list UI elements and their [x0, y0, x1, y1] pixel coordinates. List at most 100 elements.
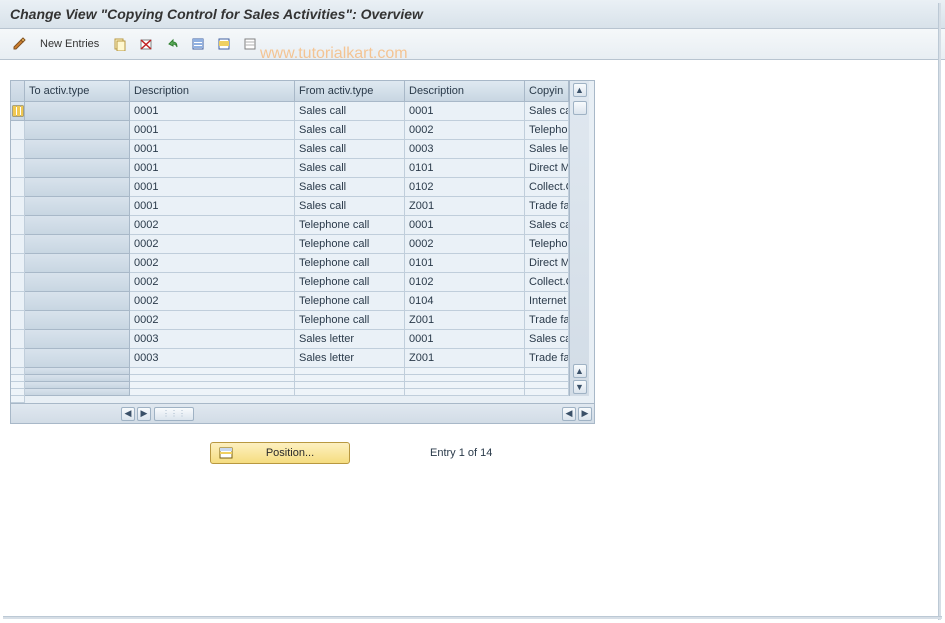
cell-from-type[interactable]: 0001 — [405, 102, 525, 121]
cell-empty[interactable] — [11, 396, 25, 403]
cell-to-type[interactable]: 0001 — [130, 159, 295, 178]
cell-empty[interactable] — [130, 382, 295, 389]
cell-copying[interactable] — [11, 292, 25, 311]
cell-desc2[interactable]: Sales call — [525, 330, 569, 349]
cell-copying[interactable] — [11, 273, 25, 292]
cell-from-type[interactable]: 0101 — [405, 254, 525, 273]
cell-to-type[interactable]: 0002 — [130, 311, 295, 330]
row-selector[interactable] — [25, 349, 130, 368]
cell-desc2[interactable]: Telephone call — [525, 235, 569, 254]
row-selector[interactable] — [25, 330, 130, 349]
row-selector[interactable] — [25, 389, 130, 396]
copy-icon[interactable] — [109, 33, 131, 55]
cell-desc1[interactable]: Telephone call — [295, 235, 405, 254]
cell-empty[interactable] — [295, 375, 405, 382]
hscroll-thumb[interactable]: ⋮⋮⋮ — [154, 407, 194, 421]
scroll-right-icon[interactable]: ▶ — [137, 407, 151, 421]
undo-icon[interactable] — [161, 33, 183, 55]
row-selector[interactable] — [25, 216, 130, 235]
row-selector[interactable] — [25, 178, 130, 197]
cell-desc1[interactable]: Telephone call — [295, 216, 405, 235]
cell-desc2[interactable]: Telephone call — [525, 121, 569, 140]
cell-from-type[interactable]: 0002 — [405, 235, 525, 254]
cell-desc1[interactable]: Sales call — [295, 197, 405, 216]
cell-desc2[interactable]: Sales call — [525, 102, 569, 121]
cell-copying[interactable] — [11, 140, 25, 159]
row-selector[interactable] — [25, 197, 130, 216]
cell-desc2[interactable]: Trade fair contact — [525, 311, 569, 330]
cell-empty[interactable] — [525, 389, 569, 396]
cell-empty[interactable] — [11, 389, 25, 396]
cell-empty[interactable] — [295, 389, 405, 396]
cell-empty[interactable] — [405, 368, 525, 375]
cell-copying[interactable] — [11, 368, 25, 375]
cell-to-type[interactable]: 0003 — [130, 330, 295, 349]
cell-copying[interactable] — [11, 330, 25, 349]
cell-empty[interactable] — [405, 375, 525, 382]
cell-to-type[interactable]: 0001 — [130, 178, 295, 197]
cell-from-type[interactable]: Z001 — [405, 197, 525, 216]
cell-empty[interactable] — [405, 382, 525, 389]
cell-desc2[interactable]: Collect.Gen.Sls Acts — [525, 273, 569, 292]
cell-to-type[interactable]: 0002 — [130, 235, 295, 254]
cell-from-type[interactable]: 0001 — [405, 216, 525, 235]
cell-from-type[interactable]: 0101 — [405, 159, 525, 178]
cell-to-type[interactable]: 0003 — [130, 349, 295, 368]
cell-desc1[interactable]: Sales call — [295, 121, 405, 140]
row-selector[interactable] — [25, 311, 130, 330]
position-button[interactable]: Position... — [210, 442, 350, 464]
cell-to-type[interactable]: 0001 — [130, 102, 295, 121]
change-icon[interactable] — [8, 33, 30, 55]
cell-desc1[interactable]: Sales call — [295, 178, 405, 197]
scroll-thumb[interactable] — [573, 101, 587, 115]
cell-from-type[interactable]: 0003 — [405, 140, 525, 159]
cell-desc2[interactable]: Direct Mailing — [525, 254, 569, 273]
cell-desc1[interactable]: Sales letter — [295, 349, 405, 368]
cell-copying[interactable] — [11, 197, 25, 216]
col-header-from-type[interactable]: From activ.type — [295, 81, 405, 102]
cell-empty[interactable] — [11, 382, 25, 389]
cell-empty[interactable] — [130, 375, 295, 382]
cell-empty[interactable] — [525, 382, 569, 389]
cell-to-type[interactable]: 0002 — [130, 254, 295, 273]
cell-desc2[interactable]: Internet mailing — [525, 292, 569, 311]
cell-to-type[interactable]: 0002 — [130, 292, 295, 311]
cell-empty[interactable] — [295, 382, 405, 389]
scroll-down2-icon[interactable]: ▼ — [573, 380, 587, 394]
col-header-copying[interactable]: Copyin — [525, 81, 569, 102]
row-selector[interactable] — [25, 368, 130, 375]
cell-to-type[interactable]: 0001 — [130, 197, 295, 216]
row-selector[interactable] — [25, 254, 130, 273]
cell-copying[interactable] — [11, 349, 25, 368]
row-selector[interactable] — [25, 102, 130, 121]
cell-copying[interactable] — [11, 216, 25, 235]
cell-copying[interactable] — [11, 178, 25, 197]
row-selector[interactable] — [25, 382, 130, 389]
delete-icon[interactable] — [135, 33, 157, 55]
cell-desc2[interactable]: Trade fair contact — [525, 349, 569, 368]
cell-empty[interactable] — [525, 375, 569, 382]
cell-desc2[interactable]: Collect.Gen.Sls Acts — [525, 178, 569, 197]
vertical-scrollbar[interactable]: ▲ ▲ ▼ — [569, 81, 589, 396]
cell-copying[interactable] — [11, 254, 25, 273]
col-header-desc2[interactable]: Description — [405, 81, 525, 102]
cell-to-type[interactable]: 0001 — [130, 140, 295, 159]
col-header-desc1[interactable]: Description — [130, 81, 295, 102]
row-selector[interactable] — [25, 375, 130, 382]
scroll-up-icon[interactable]: ▲ — [573, 83, 587, 97]
cell-from-type[interactable]: Z001 — [405, 311, 525, 330]
cell-desc2[interactable]: Sales call — [525, 216, 569, 235]
row-selector[interactable] — [25, 273, 130, 292]
scroll-left2-icon[interactable]: ◀ — [562, 407, 576, 421]
cell-from-type[interactable]: 0102 — [405, 178, 525, 197]
cell-copying[interactable] — [11, 159, 25, 178]
cell-from-type[interactable]: 0002 — [405, 121, 525, 140]
cell-empty[interactable] — [405, 389, 525, 396]
config-columns-icon[interactable] — [11, 102, 25, 121]
cell-to-type[interactable]: 0001 — [130, 121, 295, 140]
new-entries-button[interactable]: New Entries — [34, 36, 105, 52]
row-selector[interactable] — [25, 121, 130, 140]
cell-empty[interactable] — [11, 375, 25, 382]
row-selector[interactable] — [25, 140, 130, 159]
scroll-left-icon[interactable]: ◀ — [121, 407, 135, 421]
